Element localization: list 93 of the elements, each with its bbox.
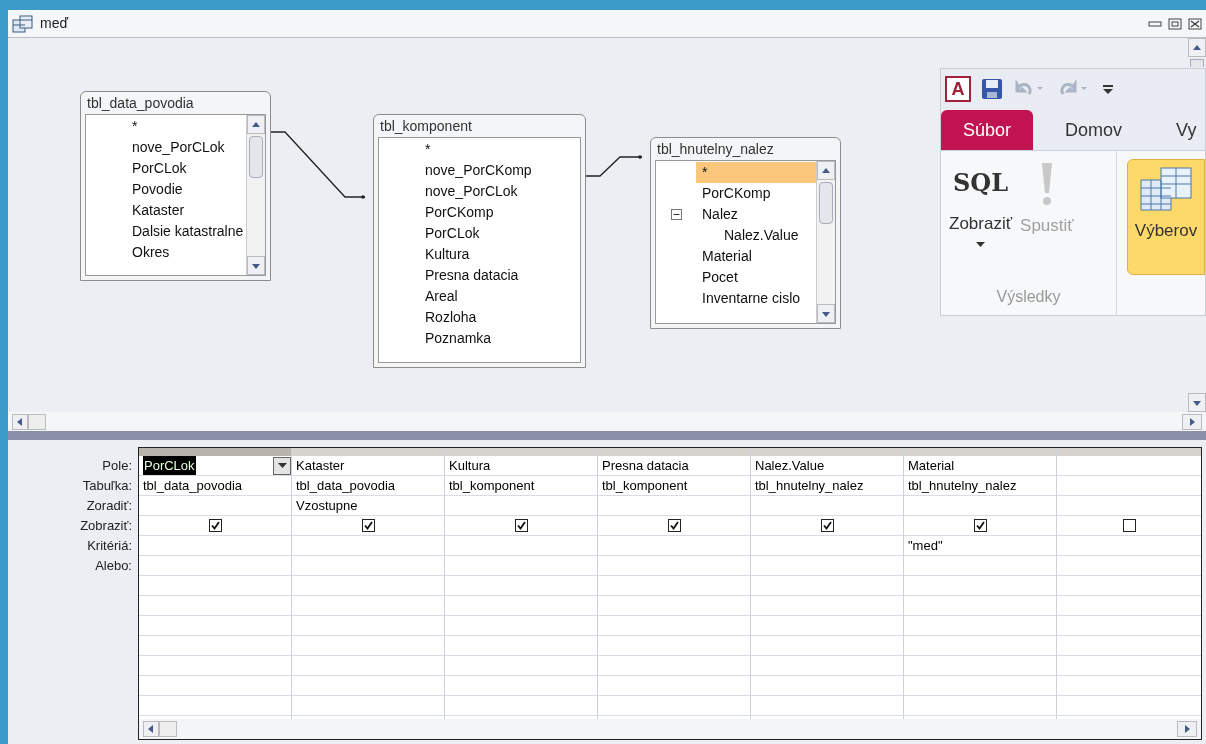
grid-cell[interactable]: tbl_data_povodia	[143, 475, 243, 496]
field-name[interactable]: Okres	[126, 242, 246, 263]
row-label: Zoradiť:	[85, 497, 132, 515]
minimize-icon[interactable]	[1148, 19, 1162, 28]
dropdown-caret-icon[interactable]	[975, 240, 986, 249]
field-name[interactable]: Inventarne cislo	[696, 288, 816, 309]
query-icon	[12, 14, 34, 33]
field-name[interactable]: *	[126, 116, 246, 137]
field-name[interactable]: PorCLok	[126, 158, 246, 179]
field-name[interactable]: PorCLok	[419, 223, 580, 244]
scroll-down-icon[interactable]	[247, 256, 265, 275]
scroll-thumb[interactable]	[1190, 59, 1204, 67]
field-name[interactable]: Poznamka	[419, 328, 580, 349]
row-label: Pole:	[101, 457, 132, 475]
table-field-list[interactable]: tbl_hnutelny_nalez * PorCKomp Nalez Nalez.Value Material Pocet Inventarne cislo	[650, 137, 841, 329]
scroll-left-icon[interactable]	[12, 413, 28, 430]
grid-cell[interactable]: Vzostupne	[296, 495, 358, 516]
checkbox[interactable]	[1122, 519, 1136, 532]
checkbox[interactable]	[667, 519, 681, 532]
checkbox[interactable]	[820, 519, 834, 532]
row-label: Kritériá:	[86, 537, 132, 555]
scroll-thumb[interactable]	[249, 136, 263, 178]
sql-icon: SQL	[952, 161, 1009, 205]
scroll-thumb[interactable]	[819, 182, 833, 224]
table-field-list[interactable]: tbl_data_povodia * nove_PorCLok PorCLok Povodie Kataster Dalsie katastralne Okres	[80, 91, 271, 281]
grid-cell[interactable]: Material	[908, 455, 955, 476]
grid-cell[interactable]: tbl_komponent	[602, 475, 688, 496]
ribbon-tab[interactable]: Súbor	[941, 110, 1034, 150]
checkbox[interactable]	[973, 519, 987, 532]
table-title[interactable]: tbl_hnutelny_nalez	[651, 138, 840, 160]
field-name[interactable]: Povodie	[126, 179, 246, 200]
field-name[interactable]: Rozloha	[419, 307, 580, 328]
close-icon[interactable]	[1188, 17, 1202, 30]
checkbox[interactable]	[208, 519, 222, 532]
scroll-thumb[interactable]	[159, 721, 177, 737]
field-name[interactable]: Material	[696, 246, 816, 267]
vertical-scrollbar[interactable]	[816, 161, 835, 323]
field-name[interactable]: nove_PorCLok	[126, 137, 246, 158]
customize-menu-icon[interactable]	[1101, 82, 1115, 96]
field-name[interactable]: Pocet	[696, 267, 816, 288]
vertical-scrollbar[interactable]	[246, 115, 265, 275]
table-grid-icon	[1139, 166, 1193, 212]
group-label: Výsledky	[995, 287, 1062, 307]
scroll-right-icon[interactable]	[1182, 413, 1202, 430]
row-label: Alebo:	[94, 557, 132, 575]
grid-cell[interactable]: tbl_komponent	[449, 475, 535, 496]
field-name[interactable]: nove_PorCKomp	[419, 160, 580, 181]
restore-icon[interactable]	[1168, 17, 1182, 30]
ribbon-button[interactable]: Výberov	[1127, 159, 1205, 275]
row-label: Tabuľka:	[81, 477, 132, 495]
ribbon-button[interactable]: SQL Zobraziť	[947, 161, 1015, 285]
table-title[interactable]: tbl_komponent	[374, 115, 585, 137]
grid-cell[interactable]: tbl_hnutelny_nalez	[908, 475, 1017, 496]
table-title[interactable]: tbl_data_povodia	[81, 92, 270, 114]
ribbon-tab[interactable]: Vy	[1154, 110, 1206, 150]
grid-cell[interactable]: Presna datacia	[602, 455, 689, 476]
scroll-up-icon[interactable]	[817, 161, 835, 180]
field-name[interactable]: PorCKomp	[696, 183, 816, 204]
app-logo[interactable]: A	[945, 76, 971, 102]
field-name[interactable]: Kataster	[126, 200, 246, 221]
field-name[interactable]: *	[696, 162, 816, 183]
scroll-down-icon[interactable]	[1188, 393, 1206, 412]
field-name[interactable]: Presna datacia	[419, 265, 580, 286]
grid-cell[interactable]: Kataster	[296, 455, 345, 476]
checkbox[interactable]	[514, 519, 528, 532]
grid-cell[interactable]: Kultura	[449, 455, 491, 476]
field-dropdown[interactable]: PorCLok	[143, 455, 291, 476]
field-name[interactable]: Nalez.Value	[696, 225, 816, 246]
field-name[interactable]: Areal	[419, 286, 580, 307]
grid-cell[interactable]: "med"	[908, 535, 943, 556]
grid-cell[interactable]: tbl_hnutelny_nalez	[755, 475, 864, 496]
dropdown-caret-icon[interactable]	[273, 456, 291, 475]
field-name[interactable]: Nalez	[696, 204, 816, 225]
field-name[interactable]: *	[419, 139, 580, 160]
field-name[interactable]: Dalsie katastralne	[126, 221, 246, 242]
field-name[interactable]: PorCKomp	[419, 202, 580, 223]
checkbox[interactable]	[361, 519, 375, 532]
scroll-up-icon[interactable]	[247, 115, 265, 134]
row-label: Zobraziť:	[79, 517, 132, 535]
grid-cell[interactable]: tbl_data_povodia	[296, 475, 396, 496]
collapse-icon[interactable]	[670, 209, 682, 220]
scroll-left-icon[interactable]	[143, 721, 159, 737]
field-name[interactable]: Kultura	[419, 244, 580, 265]
field-name[interactable]: nove_PorCLok	[419, 181, 580, 202]
table-field-list[interactable]: tbl_komponent * nove_PorCKomp nove_PorCLok PorCKomp PorCLok Kultura Presna datacia Areal Rozloha Poznamka	[373, 114, 586, 368]
scroll-down-icon[interactable]	[817, 304, 835, 323]
scroll-right-icon[interactable]	[1177, 721, 1197, 737]
window-title: meď	[40, 14, 70, 33]
scroll-up-icon[interactable]	[1188, 38, 1206, 57]
ribbon-tab[interactable]: Domov	[1043, 110, 1145, 150]
scroll-thumb[interactable]	[28, 413, 46, 430]
grid-cell[interactable]: Nalez.Value	[755, 455, 825, 476]
save-icon[interactable]	[981, 78, 1003, 100]
